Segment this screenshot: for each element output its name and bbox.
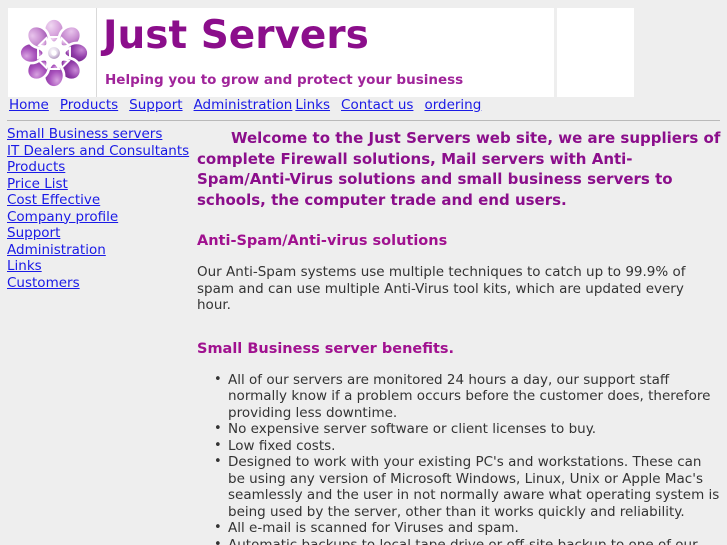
- list-item: All e-mail is scanned for Viruses and sp…: [214, 520, 722, 537]
- sidebar-item-customers[interactable]: Customers: [7, 275, 192, 292]
- list-item: Designed to work with your existing PC's…: [214, 454, 722, 520]
- sidebar-navigation: Small Business servers IT Dealers and Co…: [7, 126, 192, 291]
- header-side-box: [557, 8, 634, 97]
- list-item: Automatic backups to local tape drive or…: [214, 537, 722, 545]
- nav-item-links[interactable]: Links: [295, 97, 330, 113]
- sidebar-item-cost-effective[interactable]: Cost Effective: [7, 192, 192, 209]
- nav-item-administration[interactable]: Administration: [194, 97, 293, 113]
- sidebar-item-small-business-servers[interactable]: Small Business servers: [7, 126, 192, 143]
- sidebar-item-administration[interactable]: Administration: [7, 242, 192, 259]
- flower-logo-icon: [18, 17, 90, 89]
- list-item: No expensive server software or client l…: [214, 421, 722, 438]
- nav-item-support[interactable]: Support: [129, 97, 182, 113]
- header-banner-box: Just Servers Helping you to grow and pro…: [8, 8, 554, 97]
- intro-paragraph: Welcome to the Just Servers web site, we…: [197, 129, 721, 209]
- logo-cell: [8, 8, 97, 97]
- main-navigation: Home Products Support Administration Links Co…: [9, 97, 492, 116]
- antispam-heading: Anti-Spam/Anti-virus solutions: [197, 233, 448, 249]
- antispam-paragraph: Our Anti-Spam systems use multiple techn…: [197, 264, 686, 313]
- benefits-heading: Small Business server benefits.: [197, 340, 455, 357]
- list-item: All of our servers are monitored 24 hour…: [214, 372, 722, 422]
- benefits-list: All of our servers are monitored 24 hour…: [197, 372, 722, 545]
- page-header: Just Servers Helping you to grow and pro…: [0, 0, 727, 97]
- sidebar-item-products[interactable]: Products: [7, 159, 192, 176]
- site-tagline: Helping you to grow and protect your bus…: [105, 72, 464, 88]
- sidebar-item-price-list[interactable]: Price List: [7, 176, 192, 193]
- list-item: Low fixed costs.: [214, 438, 722, 455]
- nav-item-ordering[interactable]: ordering: [424, 97, 481, 113]
- nav-item-home[interactable]: Home: [9, 97, 49, 113]
- nav-item-products[interactable]: Products: [60, 97, 118, 113]
- sidebar-item-company-profile[interactable]: Company profile: [7, 209, 192, 226]
- sidebar-item-support[interactable]: Support: [7, 225, 192, 242]
- main-content: Welcome to the Just Servers web site, we…: [197, 128, 722, 545]
- sidebar-item-links[interactable]: Links: [7, 258, 192, 275]
- title-cell: Just Servers Helping you to grow and pro…: [98, 8, 554, 97]
- site-title: Just Servers: [103, 13, 369, 58]
- nav-item-contact-us[interactable]: Contact us: [341, 97, 413, 113]
- header-divider: [7, 120, 720, 121]
- sidebar-item-it-dealers-and-consultants[interactable]: IT Dealers and Consultants: [7, 143, 192, 160]
